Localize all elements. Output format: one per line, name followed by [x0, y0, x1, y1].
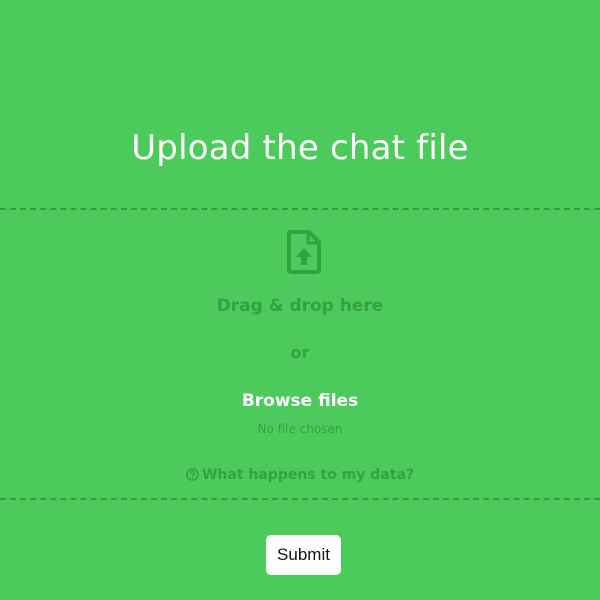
file-status-text: No file chosen: [257, 422, 343, 436]
drag-drop-text: Drag & drop here: [216, 296, 384, 316]
page-title: Upload the chat file: [131, 128, 469, 168]
file-upload-icon: [287, 230, 321, 274]
browse-files-button[interactable]: Browse files: [238, 388, 362, 414]
or-divider-text: or: [290, 343, 310, 362]
data-privacy-link-label: What happens to my data?: [201, 467, 415, 483]
data-privacy-link[interactable]: What happens to my data?: [180, 464, 420, 486]
submit-button[interactable]: Submit: [266, 535, 341, 575]
question-circle-icon: [186, 468, 199, 481]
file-dropzone[interactable]: Drag & drop here or Browse files No file…: [0, 208, 600, 500]
